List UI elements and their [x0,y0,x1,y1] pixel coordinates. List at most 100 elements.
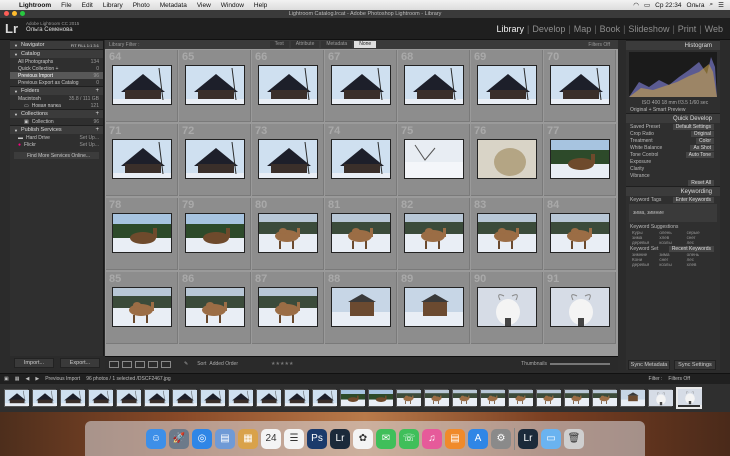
module-web[interactable]: Web [702,24,726,34]
saved-preset-dropdown[interactable]: Default Settings [672,123,714,130]
grid-thumbnail[interactable]: 86 [179,272,251,344]
filmstrip-thumbnail[interactable] [200,389,225,407]
back-arrow-icon[interactable]: ◀ [25,376,29,382]
grid-thumbnail[interactable]: 74 [325,124,397,196]
filter-tab-text[interactable]: Text [269,41,289,48]
collection-item[interactable]: ▣ Collection 96 [10,118,103,125]
catalog-item-quick[interactable]: Quick Collection +0 [10,65,103,72]
module-slideshow[interactable]: Slideshow [625,24,672,34]
grid-thumbnail[interactable]: 69 [471,50,543,122]
grid-thumbnail[interactable]: 68 [398,50,470,122]
filmstrip-thumbnail[interactable] [508,389,533,407]
filter-tab-metadata[interactable]: Metadata [321,41,353,48]
rating-stars[interactable]: ★★★★★ [271,361,293,367]
menu-metadata[interactable]: Metadata [155,2,192,9]
compare-view-icon[interactable] [135,360,145,368]
sort-dropdown[interactable]: Added Order [209,361,238,367]
grid-thumbnail[interactable]: 79 [179,198,251,270]
grid-thumbnail[interactable]: 77 [544,124,616,196]
grid-thumbnail[interactable]: 80 [252,198,324,270]
find-more-services-button[interactable]: Find More Services Online... [14,152,99,159]
sync-metadata-button[interactable]: Sync Metadata [628,360,670,370]
battery-icon[interactable]: ▭ [644,1,650,9]
filter-tab-attribute[interactable]: Attribute [290,41,320,48]
keywording-header[interactable]: Keywording [626,186,720,196]
dock-photos-icon[interactable]: ✿ [353,428,373,449]
menu-photo[interactable]: Photo [128,2,155,9]
dock-folder-icon[interactable]: ▭ [541,428,561,449]
grid-thumbnail[interactable]: 82 [398,198,470,270]
second-window-icon[interactable]: ▣ [4,376,9,382]
thumbnail-size-slider[interactable] [550,363,610,365]
menu-lightroom[interactable]: Lightroom [14,2,56,9]
grid-thumbnail[interactable]: 87 [252,272,324,344]
filmstrip-thumbnail[interactable] [4,389,29,407]
dock-photoshop-icon[interactable]: Ps [307,428,327,449]
navigator-header[interactable]: ▼ Navigator FIT FILL 1:1 3:1 [10,40,103,49]
dock-messages-icon[interactable]: ✉ [376,428,396,449]
publish-flickr[interactable]: ● Flickr Set Up... [10,141,103,148]
filter-tab-none[interactable]: None [354,41,377,48]
grid-thumbnail[interactable]: 73 [252,124,324,196]
keyword-set-item[interactable]: деревья [632,262,659,267]
filmstrip-thumbnail[interactable] [144,389,169,407]
filmstrip-thumbnail[interactable] [88,389,113,407]
grid-thumbnail[interactable]: 66 [252,50,324,122]
menu-view[interactable]: View [192,2,216,9]
auto-tone-button[interactable]: Auto Tone [685,151,714,158]
wifi-icon[interactable]: ◠ [633,1,639,9]
export-button[interactable]: Export... [60,358,100,368]
white-balance-dropdown[interactable]: As Shot [690,144,714,151]
filmstrip-thumbnail[interactable] [676,387,702,409]
filmstrip-thumbnail[interactable] [480,389,505,407]
module-develop[interactable]: Develop [529,24,568,34]
publish-hard-drive[interactable]: ▬ Hard Drive Set Up... [10,134,103,141]
dock-app-store-icon[interactable]: A [468,428,488,449]
treatment-dropdown[interactable]: Color [696,137,714,144]
dock-safari-icon[interactable]: ◎ [192,428,212,449]
folder-drive[interactable]: Macintosh 35.8 / 111 GB [10,95,103,102]
catalog-item-all[interactable]: All Photographs 134 [10,58,103,65]
filmstrip-filter-dropdown[interactable]: Filters Off [668,376,690,382]
grid-thumbnail[interactable]: 90 [471,272,543,344]
module-map[interactable]: Map [571,24,595,34]
sync-settings-button[interactable]: Sync Settings [674,360,716,370]
minimize-window-icon[interactable] [12,11,17,16]
quick-develop-header[interactable]: Quick Develop [626,113,720,123]
user-menu[interactable]: Ольга [687,2,705,9]
dock-launchpad-icon[interactable]: 🚀 [169,428,189,449]
filmstrip-thumbnail[interactable] [228,389,253,407]
menu-library[interactable]: Library [98,2,128,9]
keyword-set-dropdown[interactable]: Recent Keywords [668,245,714,252]
dock-lightroom-icon[interactable]: Lr [518,428,538,449]
grid-thumbnail[interactable]: 64 [106,50,178,122]
dock-ibooks-icon[interactable]: ▤ [445,428,465,449]
grid-thumbnail[interactable]: 76 [471,124,543,196]
dock-calendar-icon[interactable]: 24 [261,428,281,449]
filmstrip-thumbnail[interactable] [368,389,393,407]
grid-thumbnail[interactable]: 72 [179,124,251,196]
filmstrip-thumbnail[interactable] [452,389,477,407]
filmstrip-thumbnail[interactable] [284,389,309,407]
grid-thumbnail[interactable]: 85 [106,272,178,344]
filmstrip-thumbnail[interactable] [32,389,57,407]
publish-header[interactable]: ▼ Publish Services + [10,125,103,134]
filmstrip-thumbnail[interactable] [620,389,645,407]
folders-header[interactable]: ▼ Folders + [10,86,103,95]
dock-trash-icon[interactable]: 🗑 [564,428,584,449]
filmstrip-thumbnail[interactable] [60,389,85,407]
grid-thumbnail[interactable]: 81 [325,198,397,270]
filmstrip-thumbnail[interactable] [116,389,141,407]
grid-thumbnail[interactable]: 70 [544,50,616,122]
grid-thumbnail[interactable]: 71 [106,124,178,196]
catalog-item-export[interactable]: Previous Export as Catalog 0 [10,79,103,86]
filmstrip-thumbnail[interactable] [424,389,449,407]
keyword-tags-dropdown[interactable]: Enter Keywords [672,196,714,203]
filmstrip-thumbnail[interactable] [648,389,673,407]
clock[interactable]: Ср 22:34 [655,2,681,9]
keyword-suggestion[interactable]: лес [687,240,714,245]
folder-item[interactable]: ▭ Новая папка 121 [10,102,103,109]
dock-reminders-icon[interactable]: ☰ [284,428,304,449]
filmstrip-thumbnail[interactable] [340,389,365,407]
filmstrip-thumbnail[interactable] [172,389,197,407]
